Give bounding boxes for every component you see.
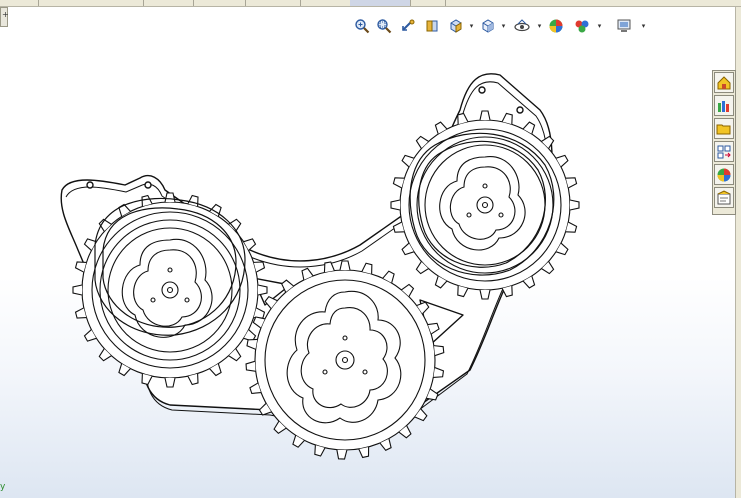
coordinate-axis-label: y [0, 482, 6, 492]
left-gear [72, 192, 268, 388]
gear-assembly-model[interactable] [0, 0, 741, 498]
